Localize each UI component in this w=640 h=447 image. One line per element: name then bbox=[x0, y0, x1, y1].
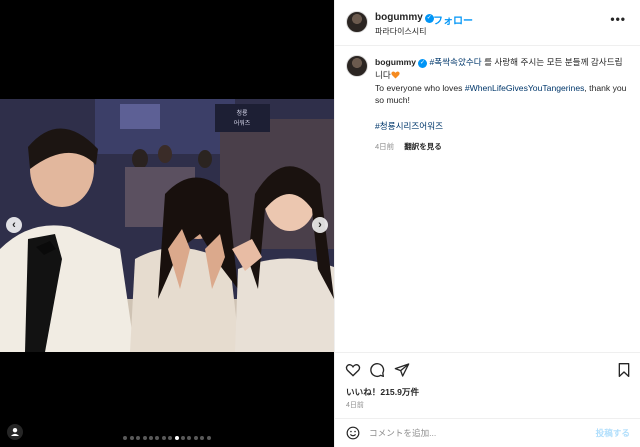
see-translation-link[interactable]: 翻訳を見る bbox=[404, 142, 442, 151]
post-header: bogummy ✓ フォロー 파라다이스시티 ••• bbox=[335, 0, 640, 46]
media-pane: 청룡 어워즈 ‹ › bbox=[0, 0, 334, 447]
carousel-dot bbox=[206, 436, 211, 440]
carousel-dot bbox=[149, 436, 154, 440]
carousel-dot bbox=[155, 436, 160, 440]
carousel-dot bbox=[168, 436, 173, 440]
post-sidebar: bogummy ✓ フォロー 파라다이스시티 ••• bogummy ✓ #폭싹속았… bbox=[334, 0, 640, 447]
emoji-icon[interactable] bbox=[346, 426, 360, 440]
avatar[interactable] bbox=[346, 11, 368, 33]
banner-text-1: 청룡 bbox=[236, 110, 248, 117]
carousel-dot bbox=[142, 436, 147, 440]
post-time[interactable]: 4日前 bbox=[346, 400, 364, 410]
hashtag-link[interactable]: #폭싹속았수다 bbox=[429, 57, 481, 67]
verified-badge-icon: ✓ bbox=[418, 59, 428, 68]
carousel-dot bbox=[200, 436, 205, 440]
header-username[interactable]: bogummy ✓ bbox=[375, 12, 434, 23]
photo-scene: 청룡 어워즈 bbox=[0, 99, 334, 352]
comment-input[interactable] bbox=[369, 426, 589, 440]
carousel-dot bbox=[193, 436, 198, 440]
carousel-dot bbox=[174, 436, 179, 440]
carousel-next-button[interactable]: › bbox=[312, 217, 328, 233]
carousel-indicator bbox=[0, 436, 334, 440]
heart-icon[interactable] bbox=[345, 362, 361, 378]
hashtag-link[interactable]: #청룡시리즈어워즈 bbox=[375, 121, 443, 131]
caption-meta: 4日前 翻訳を見る bbox=[375, 141, 630, 154]
likes-count[interactable]: いいね！215.9万件 bbox=[346, 386, 419, 398]
more-options-icon[interactable]: ••• bbox=[610, 12, 626, 26]
caption-line-2: To everyone who loves bbox=[375, 82, 463, 93]
post-comment-button[interactable]: 投稿する bbox=[596, 427, 630, 439]
caption-username[interactable]: bogummy ✓ bbox=[375, 57, 428, 68]
carousel-dot bbox=[136, 436, 141, 440]
carousel-dot bbox=[123, 436, 128, 440]
follow-button[interactable]: フォロー bbox=[433, 12, 473, 27]
carousel-dot bbox=[161, 436, 166, 440]
location-link[interactable]: 파라다이스시티 bbox=[375, 26, 427, 37]
carousel-dot bbox=[187, 436, 192, 440]
carousel-dot bbox=[129, 436, 134, 440]
orange-heart-emoji-icon bbox=[391, 71, 400, 79]
carousel-dot bbox=[180, 436, 185, 440]
banner-text-2: 어워즈 bbox=[234, 119, 251, 127]
share-icon[interactable] bbox=[394, 362, 410, 378]
comment-bar: 投稿する bbox=[335, 418, 640, 447]
post-photo[interactable]: 청룡 어워즈 bbox=[0, 99, 334, 352]
caption-time: 4日前 bbox=[375, 141, 395, 151]
comment-icon[interactable] bbox=[369, 362, 385, 378]
carousel-prev-button[interactable]: ‹ bbox=[6, 217, 22, 233]
hashtag-link[interactable]: #WhenLifeGivesYouTangerines bbox=[465, 83, 585, 93]
caption-text: bogummy ✓ #폭싹속았수다 를 사랑해 주시는 모든 분들께 감사드립니다… bbox=[375, 56, 630, 154]
caption-avatar[interactable] bbox=[346, 55, 368, 77]
bookmark-icon[interactable] bbox=[616, 362, 632, 378]
